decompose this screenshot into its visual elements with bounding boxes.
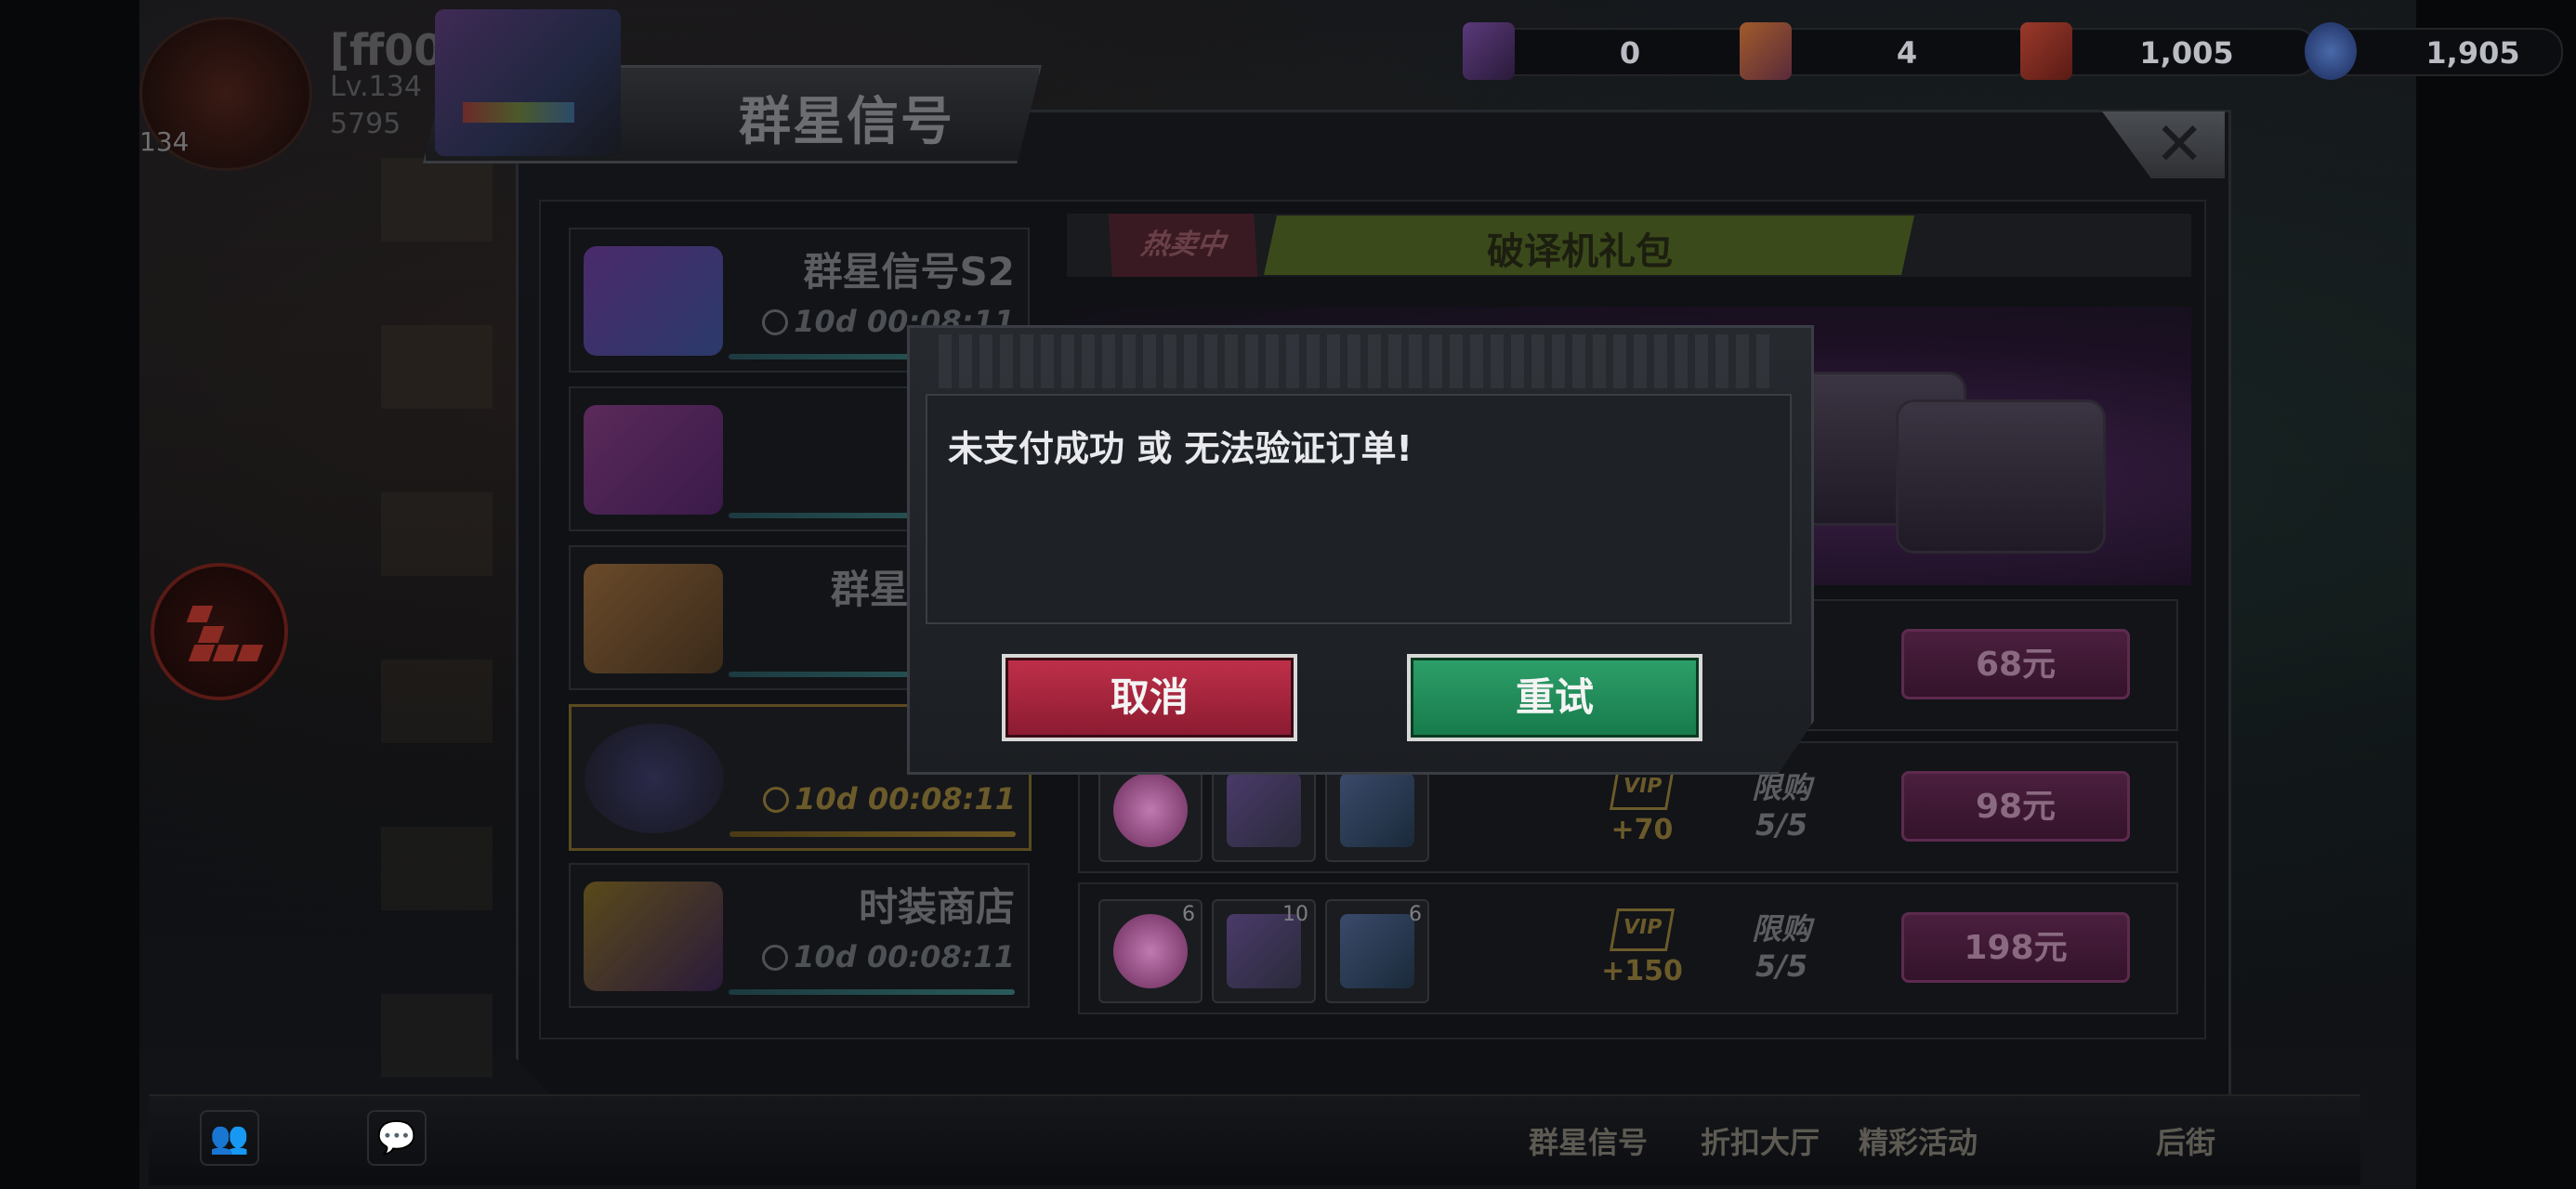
timer-icon [763, 787, 790, 813]
blue-gem-icon [2305, 22, 2357, 80]
price-button[interactable]: 198元 [1901, 912, 2130, 983]
avatar-level: 134 [139, 126, 190, 157]
currency-radio[interactable]: 1,005 [2020, 22, 2318, 80]
hot-sale-tag: 热卖中 [1099, 214, 1267, 277]
cancel-button[interactable]: 取消 [1002, 654, 1297, 741]
bottlecap-icon [1113, 773, 1188, 847]
panel-title: 群星信号 [739, 92, 954, 152]
retry-button[interactable]: 重试 [1407, 654, 1702, 741]
vip-points: VIP +150 [1600, 908, 1684, 987]
nav-discount-hall[interactable]: 折扣大厅 [1701, 1119, 1820, 1162]
skill-orb-button[interactable] [151, 563, 288, 700]
timer-icon [762, 945, 789, 971]
timer-icon [762, 309, 789, 335]
decoder-icon [1227, 773, 1301, 847]
chest-icon [1340, 773, 1414, 847]
chest-icon [1340, 914, 1414, 988]
nav-back-street[interactable]: 后街 [2156, 1119, 2215, 1162]
dialog-header-pattern [939, 334, 1775, 388]
chest-icon [1896, 399, 2106, 554]
purchase-limit: 限购 5/5 [1751, 770, 1811, 843]
mask-icon [584, 882, 723, 991]
currency-ticket[interactable]: 0 [1463, 22, 1760, 80]
menu-item-label: 时装商店 [858, 884, 1015, 930]
ticket-icon [1463, 22, 1515, 80]
nav-events[interactable]: 精彩活动 [1859, 1119, 1978, 1162]
pass-icon [584, 405, 723, 515]
tv-signal-icon [435, 9, 621, 156]
radio-icon [2020, 22, 2072, 80]
tv-icon [584, 246, 723, 356]
item-slot[interactable]: 6 [1325, 899, 1429, 1003]
currency-value: 0 [1619, 35, 1641, 71]
currency-pink-ticket[interactable]: 4 [1740, 22, 2037, 80]
price-button[interactable]: 68元 [1901, 629, 2130, 699]
currency-value: 4 [1896, 35, 1918, 71]
chat-icon[interactable]: 💬 [367, 1110, 427, 1166]
menu-item-fashion-shop[interactable]: 时装商店 10d 00:08:11 [569, 863, 1030, 1008]
item-slot[interactable]: 6 [1098, 899, 1203, 1003]
currency-value: 1,005 [2139, 35, 2234, 71]
background-decoration [381, 158, 493, 1087]
menu-item-timer: 10d 00:08:11 [763, 781, 1016, 817]
decoder-device-icon [585, 724, 724, 833]
bottlecap-icon [1113, 914, 1188, 988]
friends-icon[interactable]: 👥 [200, 1110, 259, 1166]
currency-gem[interactable]: 1,905 [2305, 22, 2563, 80]
pack-row: 6 10 6 VIP +150 限购 5/5 198元 [1078, 882, 2178, 1014]
currency-value: 1,905 [2425, 35, 2520, 71]
progress-bar [729, 989, 1015, 995]
vip-points: VIP +70 [1600, 767, 1684, 846]
player-power: 5795 [330, 108, 401, 140]
nav-star-signal[interactable]: 群星信号 [1529, 1119, 1648, 1162]
bottom-navigation [149, 1094, 2360, 1185]
item-slot[interactable]: 10 [1212, 899, 1316, 1003]
banner-title: 破译机礼包 [1487, 230, 1673, 273]
menu-item-timer: 10d 00:08:11 [762, 939, 1015, 974]
player-level: Lv.134 [330, 71, 422, 103]
dialog-message: 未支付成功 或 无法验证订单! [948, 428, 1413, 469]
pink-ticket-icon [1740, 22, 1792, 80]
price-button[interactable]: 98元 [1901, 771, 2130, 842]
progress-bar [729, 831, 1016, 837]
purchase-limit: 限购 5/5 [1751, 911, 1811, 984]
cassette-icon [584, 564, 723, 673]
menu-item-label: 群星信号S2 [803, 249, 1015, 294]
